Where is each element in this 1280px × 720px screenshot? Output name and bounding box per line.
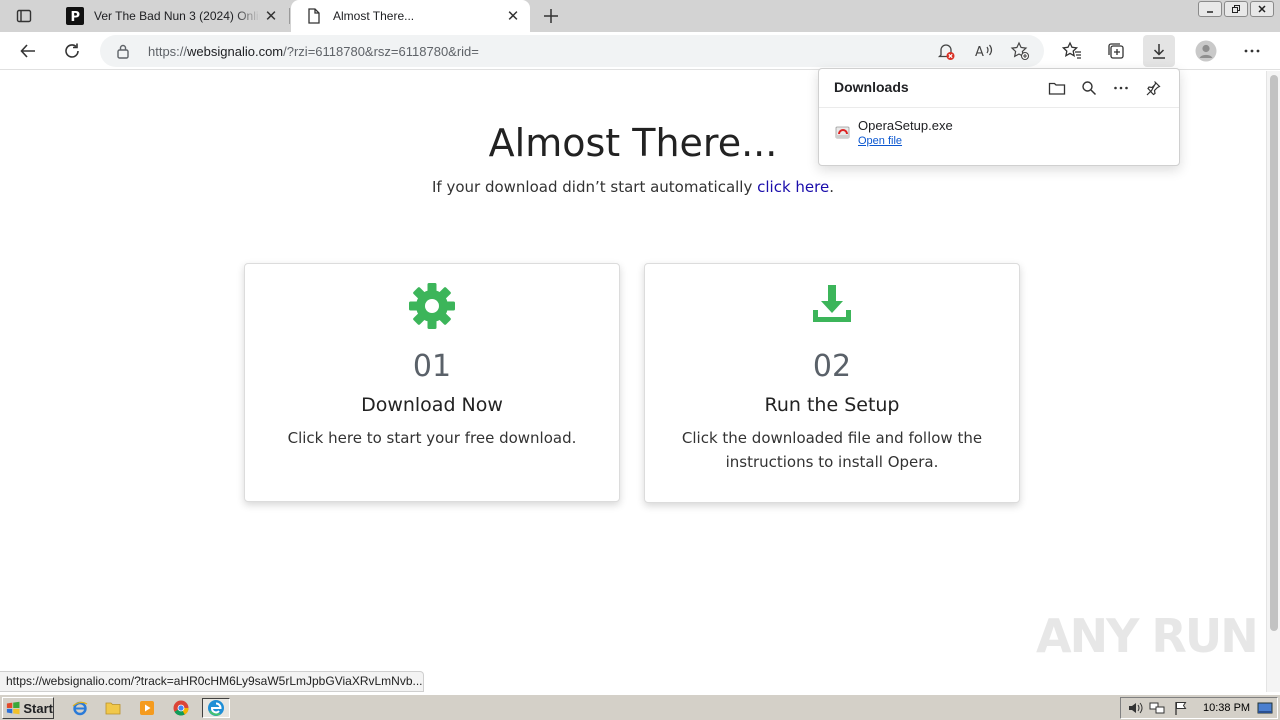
favorites-icon (1062, 41, 1081, 59)
media-player-icon (140, 701, 154, 715)
minimize-icon (1207, 11, 1213, 13)
tab-strip: P Ver The Bad Nun 3 (2024) Online ✕ Almo… (0, 0, 1280, 32)
edge-icon (208, 700, 224, 716)
close-tab-icon[interactable]: ✕ (502, 5, 524, 27)
downloads-actions (1045, 77, 1165, 99)
pin-icon[interactable] (1141, 77, 1165, 99)
download-filename[interactable]: OperaSetup.exe (858, 118, 953, 133)
start-label: Start (23, 700, 53, 716)
network-icon[interactable] (1149, 701, 1165, 715)
click-here-link[interactable]: click here (757, 178, 829, 196)
downloads-divider (819, 107, 1179, 108)
step-description: Click the downloaded file and follow the… (681, 429, 983, 471)
taskbar: Start 10:38 PM (0, 694, 1280, 720)
taskbar-edge[interactable] (202, 698, 230, 718)
collections-button[interactable] (1100, 35, 1132, 67)
tab-actions-icon (16, 9, 32, 23)
arrow-left-icon (20, 44, 35, 58)
clock: 10:38 PM (1203, 702, 1251, 714)
favorites-button[interactable] (1056, 35, 1088, 67)
volume-icon[interactable] (1127, 701, 1143, 715)
action-center-flag-icon[interactable] (1173, 701, 1189, 715)
open-file-link[interactable]: Open file (858, 135, 902, 147)
search-icon[interactable] (1077, 77, 1101, 99)
svg-text:A: A (975, 45, 984, 60)
tab-separator (289, 8, 290, 24)
back-button[interactable] (12, 35, 44, 67)
step-title: Run the Setup (764, 394, 900, 416)
downloads-button[interactable] (1143, 35, 1175, 67)
notifications-blocked-icon[interactable] (934, 40, 958, 62)
chrome-icon (173, 700, 189, 716)
start-button[interactable]: Start (2, 697, 54, 719)
new-tab-button[interactable] (538, 4, 564, 28)
step-card-setup[interactable]: 02 Run the Setup Click the downloaded fi… (644, 263, 1020, 503)
tab-title: Ver The Bad Nun 3 (2024) Online (94, 9, 260, 23)
status-bar-url: https://websignalio.com/?track=aHR0cHM6L… (0, 671, 424, 692)
refresh-icon (65, 43, 79, 58)
url-host: websignalio.com (187, 44, 284, 59)
read-aloud-icon[interactable]: A (972, 40, 996, 62)
add-favorite-icon[interactable] (1008, 40, 1032, 62)
refresh-button[interactable] (56, 35, 88, 67)
system-tray: 10:38 PM (1120, 697, 1278, 719)
svg-text:P: P (71, 10, 81, 25)
watermark: ANY RUN (1036, 609, 1259, 663)
tab-title: Almost There... (333, 9, 415, 23)
browser-toolbar: https://websignalio.com/?rzi=6118780&rsz… (0, 32, 1280, 70)
minimize-button[interactable] (1198, 1, 1222, 17)
more-options-icon (1244, 49, 1260, 53)
settings-menu-button[interactable] (1236, 35, 1268, 67)
step-description: Click here to start your free download. (287, 429, 577, 447)
restore-icon (1232, 5, 1240, 13)
more-options-icon[interactable] (1109, 77, 1133, 99)
page-icon (305, 7, 323, 25)
windows-logo-icon (6, 701, 20, 715)
show-desktop-icon[interactable] (1257, 701, 1273, 715)
step-number: 02 (812, 349, 852, 384)
url-text[interactable]: https://websignalio.com/?rzi=6118780&rsz… (148, 44, 479, 59)
step-title: Download Now (361, 394, 503, 416)
url-scheme: https:// (148, 44, 188, 59)
step-number: 01 (412, 349, 452, 384)
close-window-button[interactable] (1250, 1, 1274, 17)
collections-icon (1108, 43, 1124, 59)
folder-icon (105, 702, 121, 715)
close-icon (1258, 5, 1266, 13)
profile-button[interactable] (1190, 35, 1222, 67)
downloads-title: Downloads (834, 79, 909, 95)
download-hint-text: If your download didn’t start automatica… (431, 178, 758, 196)
quicklaunch-explorer[interactable] (102, 698, 124, 718)
scrollbar-thumb[interactable] (1270, 75, 1278, 631)
tab-actions-button[interactable] (8, 5, 40, 27)
page-scrollbar[interactable] (1266, 71, 1280, 692)
downloads-panel: Downloads OperaSetup.exe Open file (818, 68, 1180, 166)
open-folder-icon[interactable] (1045, 77, 1069, 99)
download-hint: If your download didn’t start automatica… (0, 178, 1266, 196)
p-logo-icon: P (66, 7, 84, 25)
lock-icon[interactable] (116, 43, 130, 59)
window-controls (1198, 0, 1274, 18)
quicklaunch-media[interactable] (136, 698, 158, 718)
quicklaunch-ie[interactable] (69, 698, 91, 718)
restore-button[interactable] (1224, 1, 1248, 17)
tab-almost-there[interactable]: Almost There... ✕ (291, 0, 530, 32)
plus-icon (544, 9, 558, 23)
internet-explorer-icon (72, 701, 88, 716)
download-arrow-icon (1153, 44, 1165, 59)
download-hint-end: . (829, 178, 834, 196)
download-icon (645, 282, 1019, 330)
address-bar[interactable]: https://websignalio.com/?rzi=6118780&rsz… (100, 35, 1044, 67)
opera-installer-icon (835, 126, 850, 139)
gear-icon (245, 282, 619, 330)
avatar-icon (1195, 40, 1217, 62)
tab-bad-nun[interactable]: P Ver The Bad Nun 3 (2024) Online ✕ (52, 0, 288, 32)
quicklaunch-chrome[interactable] (170, 698, 192, 718)
url-path: /?rzi=6118780&rsz=6118780&rid= (283, 44, 479, 59)
close-tab-icon[interactable]: ✕ (260, 5, 282, 27)
step-card-download[interactable]: 01 Download Now Click here to start your… (244, 263, 620, 502)
